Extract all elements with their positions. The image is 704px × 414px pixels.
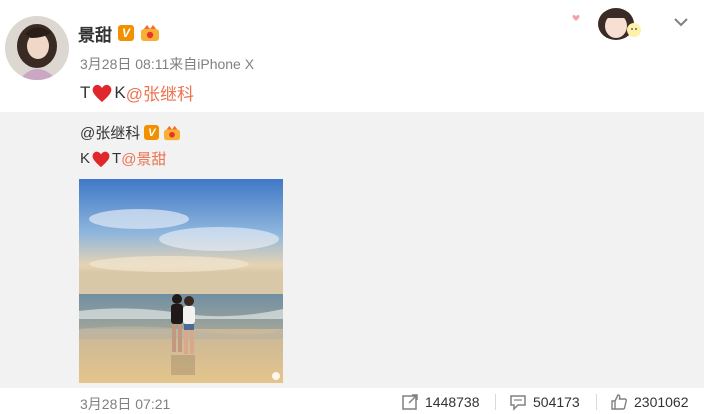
post-text-prefix: T (80, 82, 91, 102)
repost-verified-badge-icon: V (144, 125, 160, 140)
like-count: 2301062 (634, 394, 689, 410)
comment-icon (510, 395, 526, 411)
mention-link[interactable]: @张继科 (126, 80, 194, 105)
verified-badge-icon: V (118, 25, 134, 41)
share-button[interactable]: 1448738 (401, 393, 480, 411)
repost-heart-icon (92, 151, 110, 167)
comment-button[interactable]: 504173 (509, 393, 580, 411)
like-button[interactable]: 2301062 (610, 393, 689, 411)
chevron-down-icon[interactable] (671, 12, 691, 32)
repost-text-prefix: K (80, 150, 91, 167)
repost-date[interactable]: 3月28日 07:21 (80, 394, 170, 414)
decorative-sticker-icon (572, 8, 641, 40)
beach-photo[interactable] (79, 179, 283, 383)
repost-mention-link[interactable]: @景甜 (121, 148, 166, 169)
member-crown-icon[interactable] (140, 24, 160, 42)
divider (596, 394, 597, 410)
heart-icon (93, 84, 112, 102)
repost-text: K T @景甜 (80, 148, 166, 169)
repost-member-crown-icon[interactable] (163, 125, 181, 141)
share-icon (402, 394, 418, 410)
author-name[interactable]: 景甜 (78, 21, 112, 46)
post-text: T K @张继科 (80, 80, 194, 105)
weibo-watermark-icon (272, 372, 280, 380)
thumbs-up-icon (611, 394, 627, 410)
repost-author[interactable]: @张继科 (80, 122, 140, 143)
repost-text-mid: T (112, 150, 122, 167)
comment-count: 504173 (533, 394, 580, 410)
post-meta: 3月28日 08:11来自iPhone X (80, 56, 255, 72)
share-count: 1448738 (425, 394, 480, 410)
divider (495, 394, 496, 410)
post-text-mid: K (114, 82, 126, 102)
author-avatar[interactable] (5, 16, 69, 80)
